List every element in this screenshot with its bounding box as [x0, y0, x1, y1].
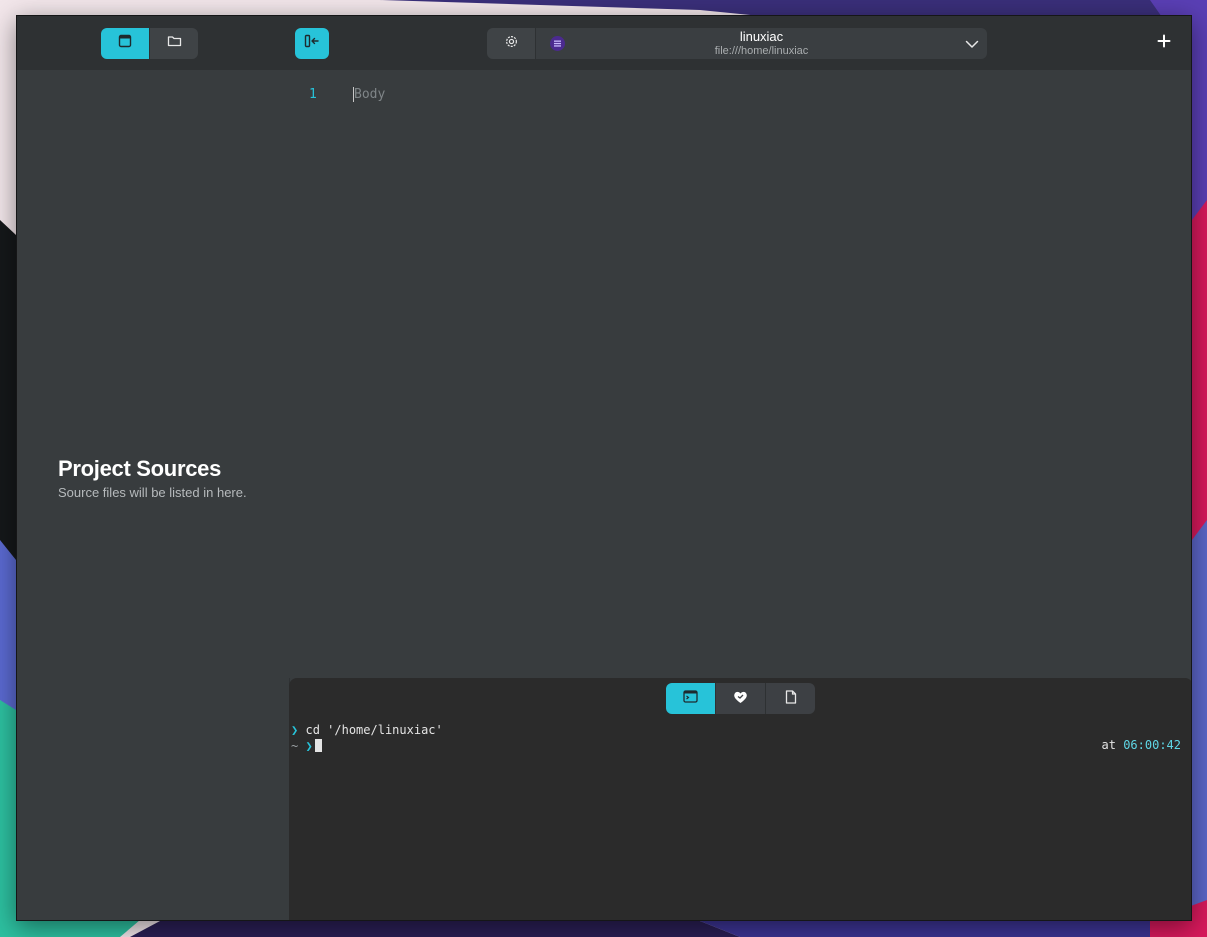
- prompt-directory: ~: [291, 739, 299, 753]
- messages-tab[interactable]: [765, 683, 815, 714]
- chevron-down-icon[interactable]: [963, 35, 981, 53]
- text-editor[interactable]: 1 Body: [289, 70, 1191, 678]
- toggle-sidebar-button[interactable]: [295, 28, 329, 59]
- toggle-sidebar-icon: [304, 34, 320, 53]
- prompt-arrow-current: ❯: [305, 739, 313, 753]
- document-path: file:///home/linuxiac: [714, 45, 809, 57]
- time-value: 06:00:42: [1123, 738, 1181, 752]
- terminal-output[interactable]: ❯ cd '/home/linuxiac' ~ ❯: [291, 722, 443, 754]
- sidebar-header: [17, 16, 289, 70]
- placeholder-description: Source files will be listed in here.: [58, 485, 247, 500]
- document-title: linuxiac: [739, 29, 784, 44]
- favorites-tab[interactable]: [715, 683, 765, 714]
- terminal-command: cd '/home/linuxiac': [305, 723, 443, 737]
- window-view-button[interactable]: [101, 28, 149, 59]
- at-label: at: [1101, 738, 1116, 752]
- prompt-time: at 06:00:42: [1102, 738, 1181, 752]
- plus-icon: [1157, 34, 1171, 53]
- file-icon: [785, 689, 797, 709]
- open-document-selector[interactable]: linuxiac file:///home/linuxiac: [536, 28, 987, 59]
- terminal-icon: [683, 690, 698, 708]
- window-icon: [118, 34, 132, 53]
- header-bar: linuxiac file:///home/linuxiac: [289, 16, 1191, 70]
- editor-placeholder: Body: [353, 87, 386, 102]
- document-settings-button[interactable]: [487, 28, 536, 59]
- sidebar: Project Sources Source files will be lis…: [17, 16, 290, 920]
- line-number: 1: [309, 87, 317, 102]
- project-sources-placeholder: Project Sources Source files will be lis…: [58, 456, 248, 501]
- placeholder-title: Project Sources: [58, 456, 222, 481]
- heart-icon: [733, 690, 748, 709]
- terminal-panel: ❯ cd '/home/linuxiac' ~ ❯ at 06:00:42: [289, 678, 1191, 920]
- builder-window: Project Sources Source files will be lis…: [16, 15, 1192, 921]
- project-files-button[interactable]: [149, 28, 198, 59]
- sidebar-view-switcher: [101, 28, 198, 59]
- folder-icon: [167, 34, 182, 53]
- new-document-button[interactable]: [1153, 32, 1175, 54]
- settings-icon: [504, 34, 519, 54]
- location-bar: linuxiac file:///home/linuxiac: [487, 28, 987, 59]
- terminal-cursor: [314, 739, 322, 752]
- terminal-tab[interactable]: [666, 683, 715, 714]
- prompt-arrow: ❯: [291, 723, 299, 737]
- panel-switcher: [666, 683, 815, 714]
